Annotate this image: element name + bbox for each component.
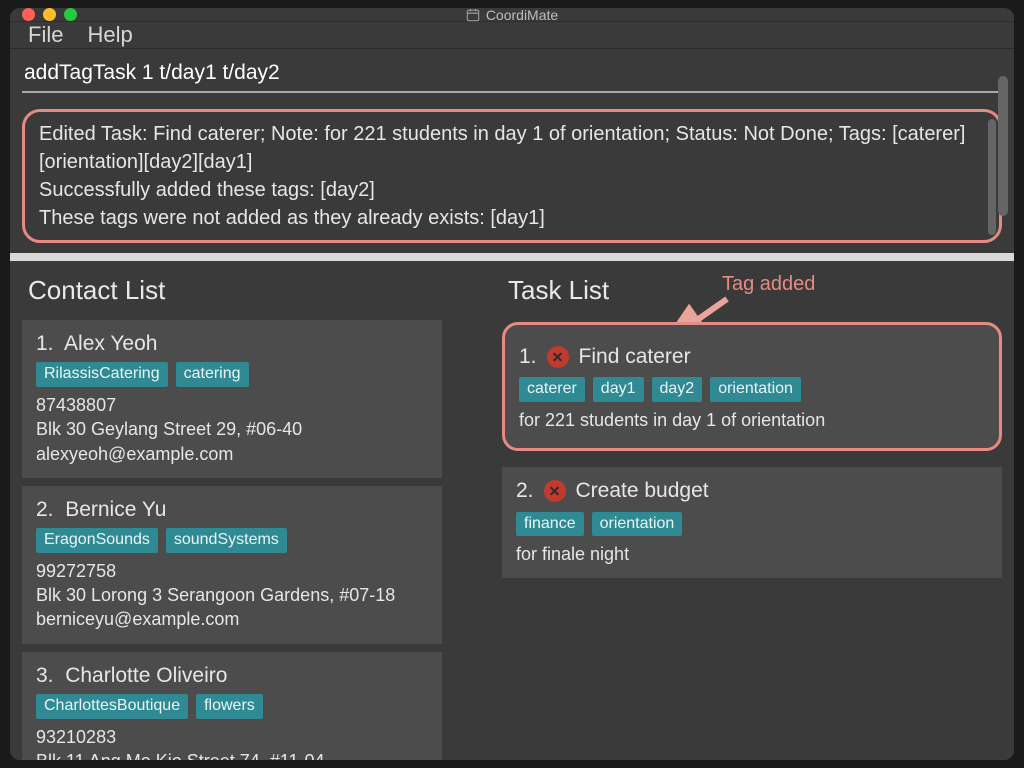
- tag: orientation: [710, 377, 801, 402]
- tag: flowers: [196, 694, 263, 719]
- task-list[interactable]: 1. Find caterer caterer day1 day2 orient…: [502, 320, 1002, 760]
- task-card[interactable]: 2. Create budget finance orientation for…: [502, 467, 1002, 578]
- title-bar: CoordiMate: [10, 8, 1014, 22]
- contact-email: berniceyu@example.com: [36, 607, 428, 631]
- command-box-wrap: [10, 55, 1014, 99]
- task-card[interactable]: 1. Find caterer caterer day1 day2 orient…: [502, 322, 1002, 451]
- task-list-panel: Task List Tag added 1. Find caterer: [502, 261, 1002, 760]
- columns: Contact List 1. Alex Yeoh RilassisCateri…: [10, 261, 1014, 760]
- content-area: Edited Task: Find caterer; Note: for 221…: [10, 49, 1014, 760]
- annotation-label: Tag added: [722, 273, 815, 296]
- tag: CharlottesBoutique: [36, 694, 188, 719]
- tag: catering: [176, 362, 249, 387]
- tag: day1: [593, 377, 644, 402]
- contact-name: Bernice Yu: [65, 498, 166, 521]
- contact-phone: 87438807: [36, 393, 428, 417]
- contact-list-panel: Contact List 1. Alex Yeoh RilassisCateri…: [22, 261, 490, 760]
- window-title-text: CoordiMate: [486, 8, 558, 23]
- window-title: CoordiMate: [10, 8, 1014, 23]
- contact-list[interactable]: 1. Alex Yeoh RilassisCatering catering 8…: [22, 320, 490, 760]
- contact-name: Alex Yeoh: [64, 332, 157, 355]
- contact-index: 2.: [36, 498, 54, 521]
- contact-list-title: Contact List: [22, 261, 490, 320]
- result-display: Edited Task: Find caterer; Note: for 221…: [22, 109, 1002, 243]
- maximize-window-button[interactable]: [64, 8, 77, 21]
- task-index: 2.: [516, 477, 534, 505]
- menu-help[interactable]: Help: [87, 22, 132, 48]
- result-line: These tags were not added as they alread…: [39, 204, 985, 232]
- contact-card[interactable]: 1. Alex Yeoh RilassisCatering catering 8…: [22, 320, 442, 478]
- tag: day2: [652, 377, 703, 402]
- tag: EragonSounds: [36, 528, 158, 553]
- contact-phone: 99272758: [36, 559, 428, 583]
- contact-name: Charlotte Oliveiro: [65, 664, 227, 687]
- task-note: for finale night: [516, 542, 988, 566]
- status-not-done-icon: [547, 346, 569, 368]
- result-scrollbar[interactable]: [988, 119, 996, 235]
- task-title: Find caterer: [579, 343, 691, 371]
- tag: orientation: [592, 512, 683, 537]
- contact-phone: 93210283: [36, 725, 428, 749]
- status-not-done-icon: [544, 480, 566, 502]
- tag: finance: [516, 512, 584, 537]
- tag: caterer: [519, 377, 585, 402]
- tag: RilassisCatering: [36, 362, 168, 387]
- contact-email: alexyeoh@example.com: [36, 442, 428, 466]
- command-input[interactable]: [22, 55, 1002, 93]
- menu-bar: File Help: [10, 22, 1014, 49]
- app-window: CoordiMate File Help Edited Task: Find c…: [10, 8, 1014, 760]
- contact-index: 1.: [36, 332, 54, 355]
- result-line: Successfully added these tags: [day2]: [39, 176, 985, 204]
- tag: soundSystems: [166, 528, 287, 553]
- task-note: for 221 students in day 1 of orientation: [519, 408, 985, 432]
- contact-address: Blk 11 Ang Mo Kio Street 74, #11-04: [36, 749, 428, 760]
- app-icon: [466, 8, 480, 22]
- minimize-window-button[interactable]: [43, 8, 56, 21]
- task-title: Create budget: [576, 477, 709, 505]
- window-controls: [22, 8, 77, 21]
- task-index: 1.: [519, 343, 537, 371]
- result-wrap: Edited Task: Find caterer; Note: for 221…: [10, 99, 1014, 253]
- menu-file[interactable]: File: [28, 22, 63, 48]
- contact-card[interactable]: 3. Charlotte Oliveiro CharlottesBoutique…: [22, 652, 442, 760]
- close-window-button[interactable]: [22, 8, 35, 21]
- contact-index: 3.: [36, 664, 54, 687]
- contact-card[interactable]: 2. Bernice Yu EragonSounds soundSystems …: [22, 486, 442, 644]
- contact-address: Blk 30 Lorong 3 Serangoon Gardens, #07-1…: [36, 583, 428, 607]
- panel-divider: [10, 253, 1014, 261]
- result-line: Edited Task: Find caterer; Note: for 221…: [39, 120, 985, 176]
- contact-address: Blk 30 Geylang Street 29, #06-40: [36, 417, 428, 441]
